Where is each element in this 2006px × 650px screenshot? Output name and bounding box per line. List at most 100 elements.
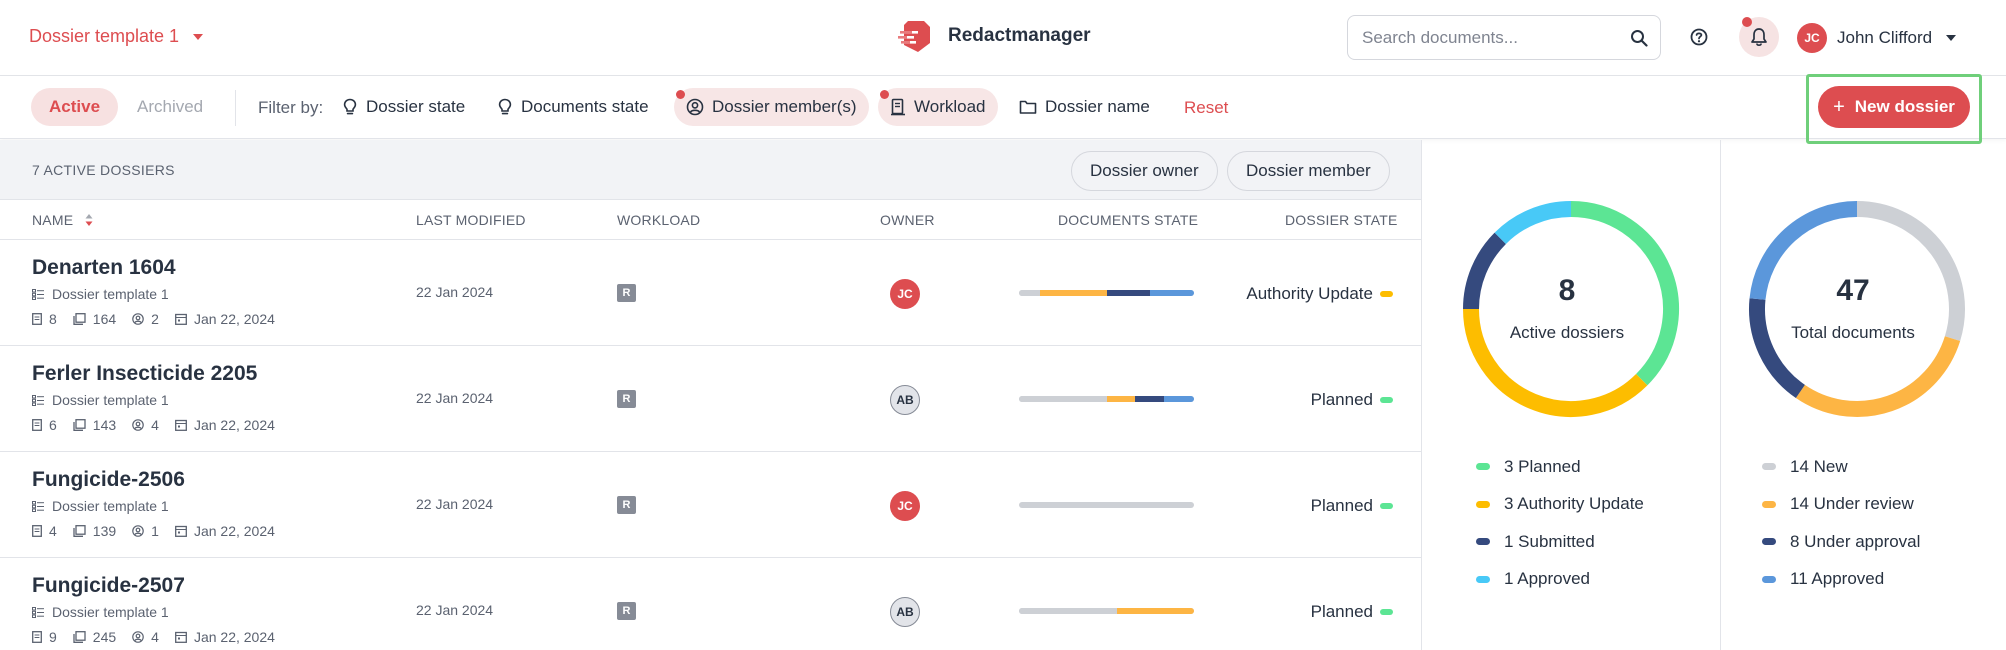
user-circle-icon	[686, 98, 704, 116]
table-row[interactable]: Fungicide-2506 Dossier template 1 4 139 …	[0, 452, 1421, 558]
filter-dossier-name[interactable]: Dossier name	[1007, 88, 1162, 126]
donut-slice	[1749, 298, 1806, 399]
legend-swatch	[1476, 500, 1490, 508]
dossier-template-name: Dossier template 1	[52, 498, 169, 514]
new-dossier-button[interactable]: + New dossier	[1818, 86, 1970, 128]
last-modified: 22 Jan 2024	[416, 602, 494, 618]
table-row[interactable]: Fungicide-2507 Dossier template 1 9 245 …	[0, 558, 1421, 650]
dossier-meta: 9 245 4 Jan 22, 2024	[32, 629, 291, 645]
document-count: 8	[49, 311, 57, 327]
dossier-template: Dossier template 1	[32, 392, 169, 408]
owner-avatar[interactable]: JC	[890, 491, 920, 521]
dossier-name[interactable]: Ferler Insecticide 2205	[32, 362, 257, 386]
owner-avatar[interactable]: JC	[890, 279, 920, 309]
table-row[interactable]: Denarten 1604 Dossier template 1 8 164 2…	[0, 240, 1421, 346]
dossier-template-select[interactable]: Dossier template 1	[29, 26, 204, 47]
list-header: 7 ACTIVE DOSSIERS Dossier owner Dossier …	[0, 140, 1421, 200]
user-menu[interactable]: JC John Clifford	[1797, 23, 1957, 53]
column-dossier-state[interactable]: DOSSIER STATE	[1285, 212, 1398, 228]
top-bar: Dossier template 1 Redactmanager Search …	[0, 0, 2006, 76]
lightbulb-icon	[498, 98, 512, 115]
bar-segment	[1106, 290, 1151, 296]
bar-segment	[1164, 396, 1194, 402]
member-count: 4	[151, 417, 159, 433]
search-input[interactable]	[1362, 27, 1630, 48]
column-last-modified[interactable]: LAST MODIFIED	[416, 212, 526, 228]
template-icon	[32, 288, 44, 300]
legend-swatch	[1476, 575, 1490, 583]
calendar-icon	[175, 419, 187, 431]
bar-segment	[1134, 396, 1165, 402]
filter-documents-state[interactable]: Documents state	[485, 88, 661, 126]
page-count: 139	[92, 523, 117, 539]
legend-item[interactable]: 1 Submitted	[1476, 523, 1644, 561]
legend-swatch	[1476, 463, 1490, 471]
legend-label: 3 Planned	[1504, 456, 1581, 476]
state-indicator	[1380, 291, 1393, 297]
sort-icon	[85, 214, 93, 226]
legend-item[interactable]: 8 Under approval	[1762, 523, 1920, 561]
active-filter-dot	[676, 90, 685, 99]
chevron-down-icon	[193, 33, 204, 40]
member-icon	[132, 419, 144, 431]
dossier-name[interactable]: Denarten 1604	[32, 256, 176, 280]
column-workload[interactable]: WORKLOAD	[617, 212, 700, 228]
calendar-icon	[175, 313, 187, 325]
search-box	[1347, 15, 1661, 60]
user-name: John Clifford	[1837, 28, 1933, 47]
owner-avatar[interactable]: AB	[890, 385, 920, 415]
lightbulb-icon	[343, 98, 357, 115]
member-icon	[132, 525, 144, 537]
legend-swatch	[1762, 538, 1776, 546]
filter-by-label: Filter by:	[258, 98, 324, 117]
dossier-name[interactable]: Fungicide-2507	[32, 574, 185, 598]
legend-item[interactable]: 3 Planned	[1476, 448, 1644, 486]
notifications-button[interactable]	[1739, 17, 1779, 57]
dossier-name[interactable]: Fungicide-2506	[32, 468, 185, 492]
column-name[interactable]: NAME	[32, 212, 93, 228]
filter-bar: Active Archived Filter by: Dossier state…	[0, 76, 2006, 139]
dossier-template-name: Dossier template 1	[52, 286, 169, 302]
legend-label: 1 Submitted	[1504, 531, 1595, 551]
legend-label: 14 Under review	[1790, 494, 1914, 514]
dossier-member-button[interactable]: Dossier member	[1227, 151, 1390, 191]
help-button[interactable]	[1679, 17, 1719, 57]
filter-dossier-members[interactable]: Dossier member(s)	[674, 88, 869, 126]
brand[interactable]: Redactmanager	[898, 18, 1091, 54]
brand-name: Redactmanager	[948, 25, 1091, 46]
legend-item[interactable]: 1 Approved	[1476, 561, 1644, 599]
page-count: 164	[92, 311, 117, 327]
chevron-down-icon	[1946, 35, 1957, 41]
filter-documents-state-label: Documents state	[521, 97, 649, 116]
dossiers-stats-panel: 8 Active dossiers 3 Planned 3 Authority …	[1422, 140, 1706, 650]
dossier-owner-button[interactable]: Dossier owner	[1071, 151, 1218, 191]
legend-swatch	[1762, 463, 1776, 471]
legend-item[interactable]: 3 Authority Update	[1476, 486, 1644, 524]
legend-item[interactable]: 11 Approved	[1762, 561, 1920, 599]
filter-workload[interactable]: Workload	[878, 88, 998, 126]
divider	[235, 90, 236, 126]
search-icon[interactable]	[1630, 29, 1648, 47]
table-row[interactable]: Ferler Insecticide 2205 Dossier template…	[0, 346, 1421, 452]
column-documents-state[interactable]: DOCUMENTS STATE	[1058, 212, 1198, 228]
legend-item[interactable]: 14 Under review	[1762, 486, 1920, 524]
owner-avatar[interactable]: AB	[890, 597, 920, 627]
workload-badge: R	[617, 496, 636, 514]
active-dossiers-label: Active dossiers	[1509, 323, 1625, 342]
reset-filters-link[interactable]: Reset	[1184, 98, 1228, 118]
filter-dossier-state[interactable]: Dossier state	[330, 88, 477, 126]
workload-icon	[891, 98, 905, 116]
column-owner[interactable]: OWNER	[880, 212, 935, 228]
dossier-state: Authority Update	[1246, 284, 1373, 303]
dossier-template-label: Dossier template 1	[29, 26, 180, 46]
folder-icon	[1019, 100, 1037, 114]
legend-item[interactable]: 14 New	[1762, 448, 1920, 486]
legend-swatch	[1476, 538, 1490, 546]
state-indicator	[1380, 397, 1393, 403]
tab-archived[interactable]: Archived	[119, 88, 221, 126]
last-modified: 22 Jan 2024	[416, 390, 494, 406]
legend-swatch	[1762, 575, 1776, 583]
tab-active[interactable]: Active	[31, 88, 119, 126]
documents-state-bar	[1019, 396, 1194, 402]
document-count: 9	[49, 629, 57, 645]
